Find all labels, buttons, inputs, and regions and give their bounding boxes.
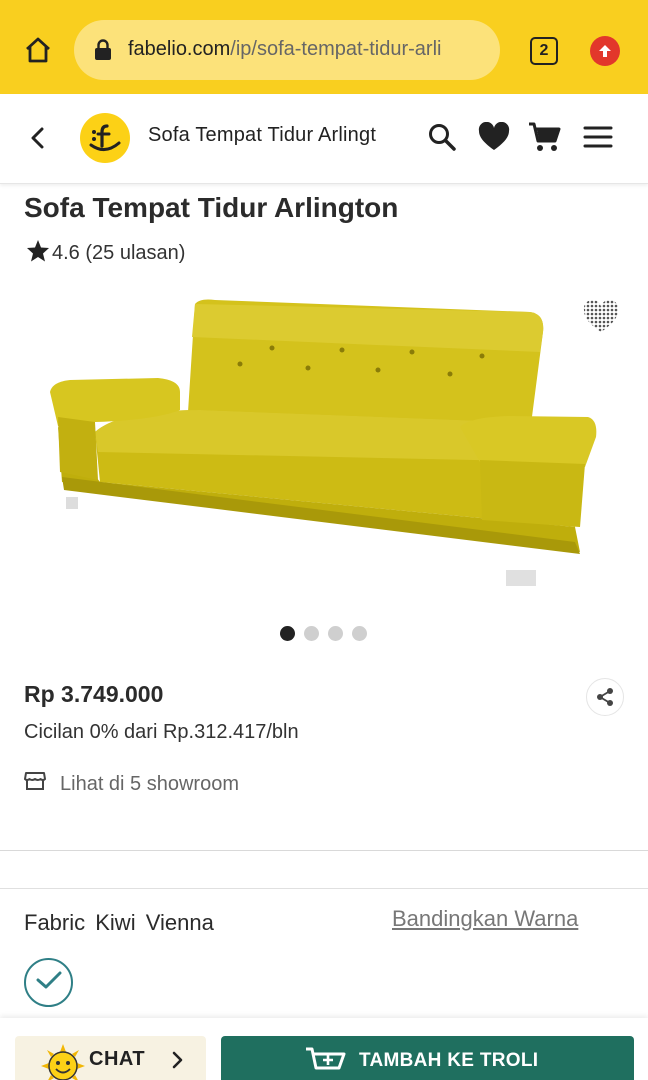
fabric-value: Kiwi Vienna	[95, 910, 214, 935]
fabelio-logo[interactable]	[80, 113, 130, 163]
url-path: /ip/sofa-tempat-tidur-arli	[230, 38, 442, 60]
update-icon[interactable]	[590, 36, 620, 66]
home-icon[interactable]	[18, 30, 58, 70]
showroom-link[interactable]: Lihat di 5 showroom	[24, 771, 239, 797]
bottom-action-bar: CHAT TAMBAH KE TROLI	[0, 1018, 648, 1080]
cart-icon[interactable]	[528, 120, 562, 154]
star-icon	[26, 239, 50, 268]
store-icon	[24, 771, 46, 797]
image-pagination	[280, 626, 367, 641]
compare-colors-link[interactable]: Bandingkan Warna	[392, 906, 578, 932]
section-divider	[0, 888, 648, 889]
chat-mascot-icon	[41, 1044, 85, 1080]
add-to-cart-label: TAMBAH KE TROLI	[359, 1050, 539, 1071]
product-price: Rp 3.749.000	[24, 681, 164, 707]
chat-button[interactable]: CHAT	[15, 1036, 206, 1080]
section-divider	[0, 850, 648, 851]
url-host: fabelio.com	[128, 38, 231, 60]
fabric-label: Fabric	[24, 910, 86, 935]
product-image[interactable]	[40, 292, 610, 592]
product-title: Sofa Tempat Tidur Arlington	[24, 192, 399, 223]
fabric-selection: Fabric Kiwi Vienna	[24, 910, 214, 936]
rating[interactable]: 4.6 (25 ulasan)	[26, 239, 185, 268]
header-title: Sofa Tempat Tidur Arlingt	[148, 124, 377, 146]
chevron-right-icon	[171, 1050, 185, 1075]
showroom-label: Lihat di 5 showroom	[60, 772, 239, 795]
url-text: fabelio.com/ip/sofa-tempat-tidur-arli	[128, 38, 490, 61]
pagination-dot[interactable]	[304, 626, 319, 641]
chat-label: CHAT	[89, 1048, 146, 1070]
pagination-dot[interactable]	[328, 626, 343, 641]
back-icon[interactable]	[22, 122, 54, 154]
lock-icon	[94, 39, 112, 66]
rating-text: 4.6 (25 ulasan)	[52, 242, 186, 264]
pagination-dot[interactable]	[280, 626, 295, 641]
add-to-cart-button[interactable]: TAMBAH KE TROLI	[221, 1036, 634, 1080]
share-icon[interactable]	[586, 678, 624, 716]
address-bar[interactable]: fabelio.com/ip/sofa-tempat-tidur-arli	[74, 20, 500, 80]
check-icon	[36, 970, 62, 995]
site-header: Sofa Tempat Tidur Arlingt	[0, 94, 648, 184]
color-swatch-selected[interactable]	[24, 958, 73, 1007]
pagination-dot[interactable]	[352, 626, 367, 641]
menu-icon[interactable]	[581, 120, 615, 154]
heart-icon[interactable]	[477, 120, 511, 154]
tab-switcher-button[interactable]: 2	[530, 37, 558, 65]
cart-add-icon	[305, 1046, 347, 1080]
search-icon[interactable]	[425, 120, 459, 154]
wishlist-icon[interactable]	[582, 299, 620, 334]
installment-text: Cicilan 0% dari Rp.312.417/bln	[24, 721, 299, 743]
browser-toolbar: fabelio.com/ip/sofa-tempat-tidur-arli 2	[0, 0, 648, 94]
